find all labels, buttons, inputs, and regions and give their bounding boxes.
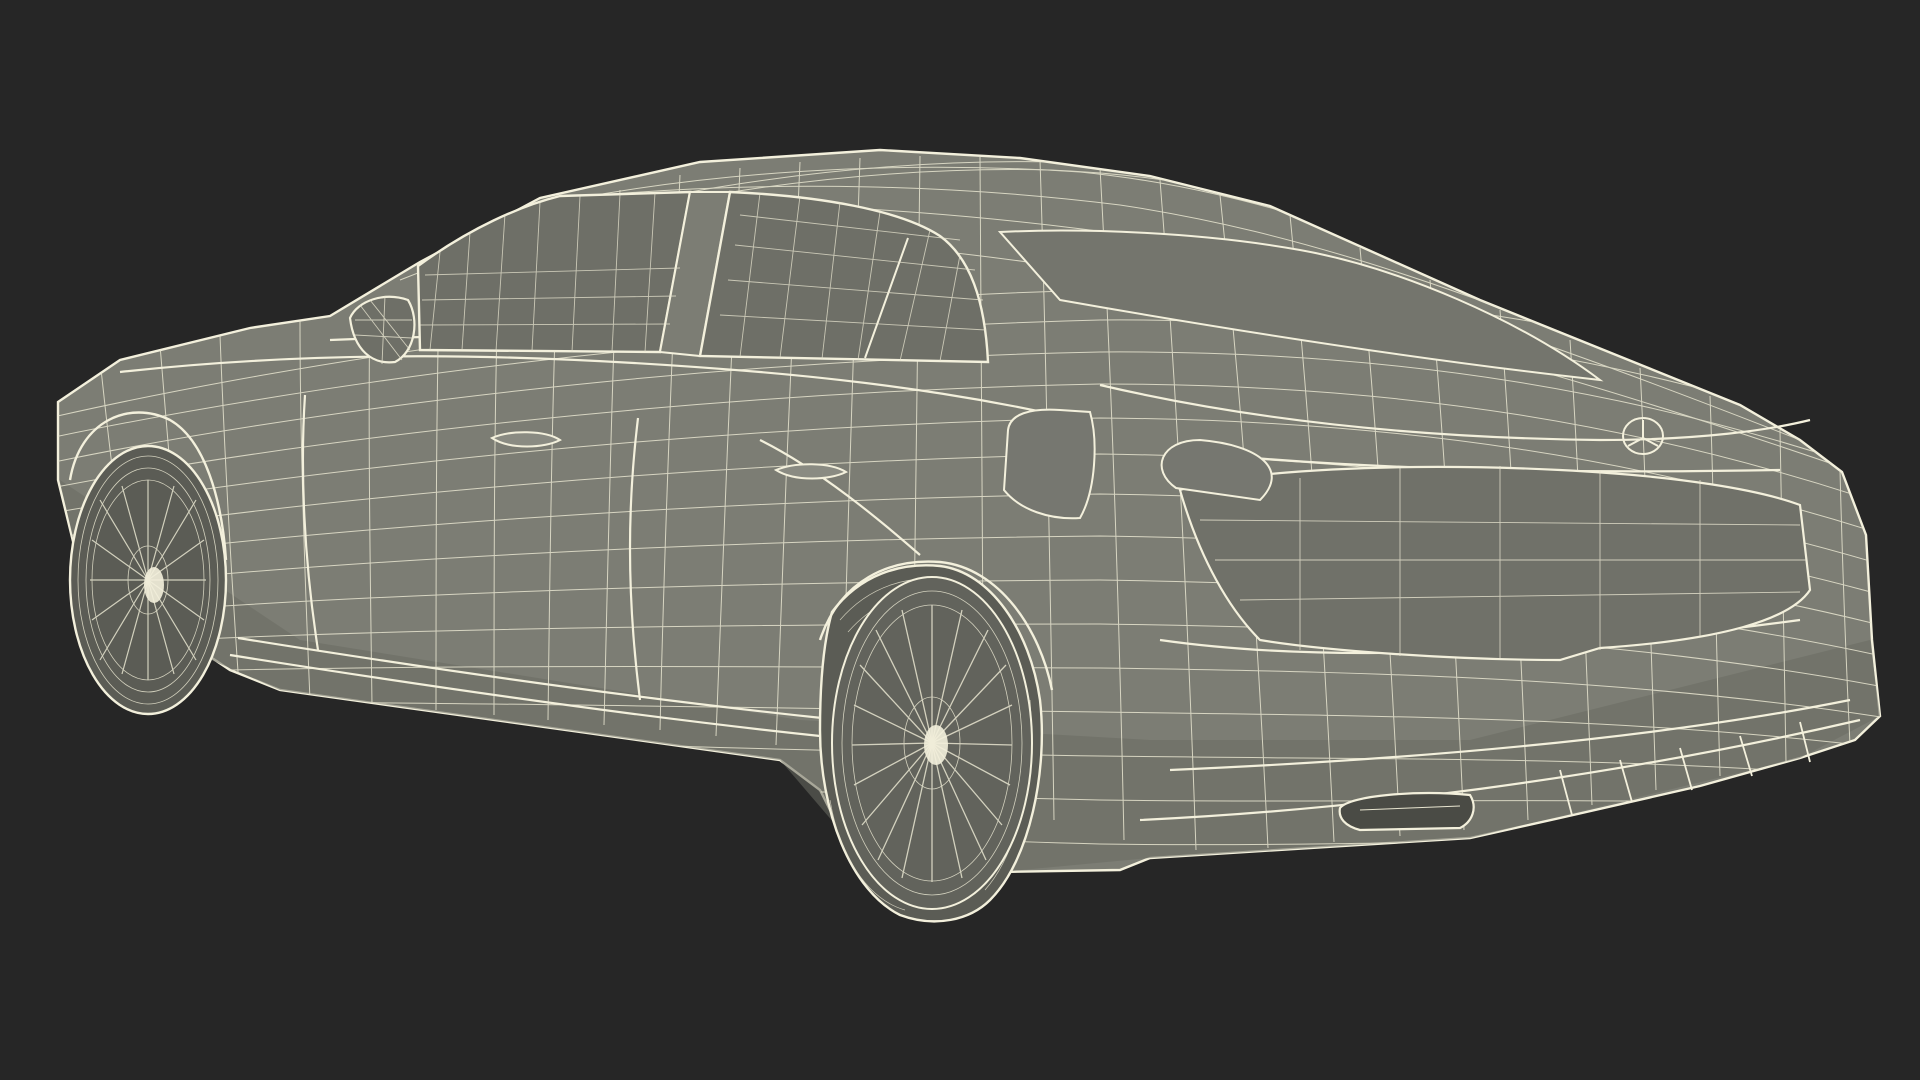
car-wireframe-icon (56, 148, 1882, 923)
render-viewport (0, 0, 1920, 1080)
wheel-icon (818, 564, 1044, 923)
fuel-door (1002, 408, 1096, 520)
wheel-icon (68, 444, 228, 716)
exhaust-tips (1338, 791, 1475, 832)
